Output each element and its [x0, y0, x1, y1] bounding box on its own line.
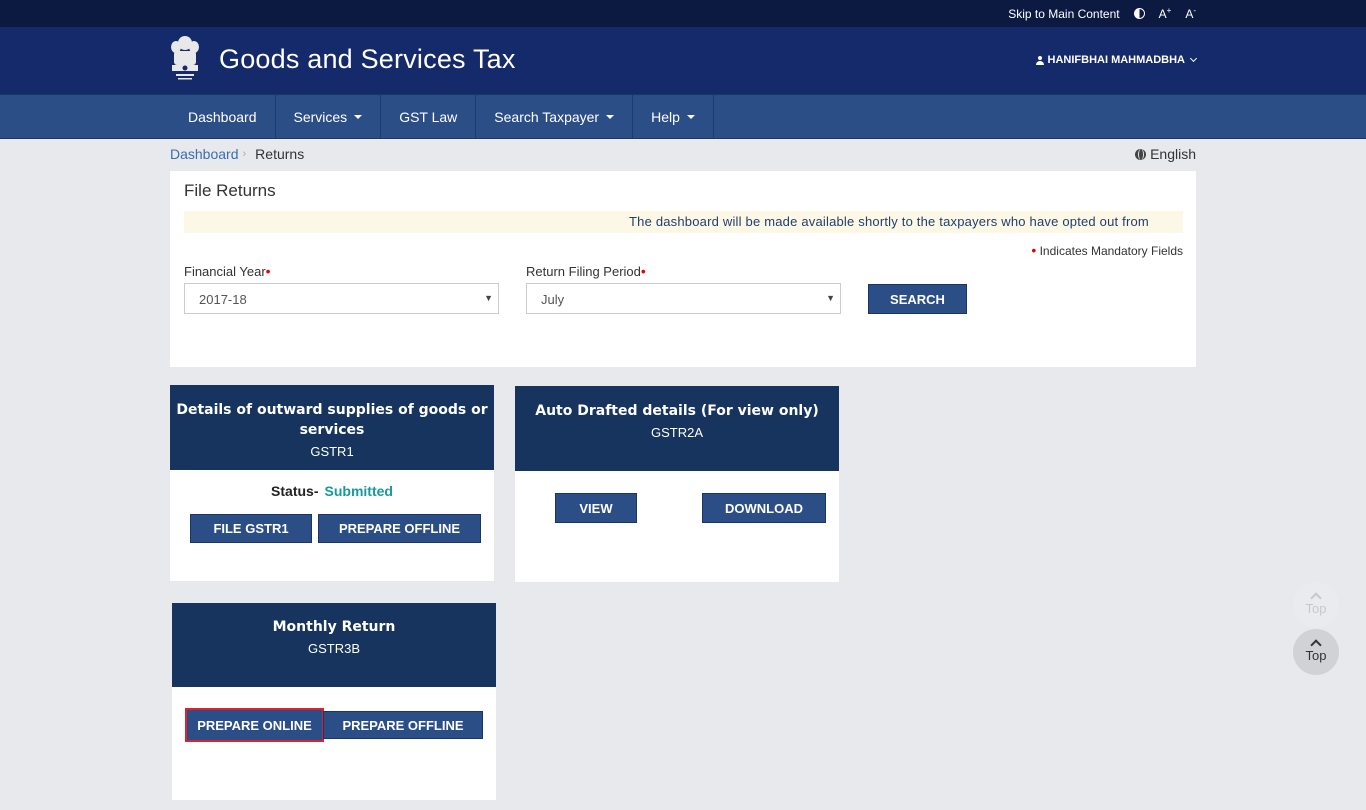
file-returns-panel: File Returns The dashboard will be made … [170, 171, 1196, 367]
main-nav: Dashboard Services GST Law Search Taxpay… [0, 94, 1366, 139]
utility-bar: Skip to Main Content A+ A- [0, 0, 1366, 27]
download-button[interactable]: DOWNLOAD [702, 493, 826, 523]
gstr1-prepare-offline-button[interactable]: PREPARE OFFLINE [318, 514, 481, 543]
font-increase-letter: A [1158, 7, 1167, 21]
language-label: English [1150, 146, 1196, 162]
financial-year-label-text: Financial Year [184, 264, 266, 279]
contrast-toggle-icon[interactable] [1133, 8, 1145, 19]
site-header: Goods and Services Tax HANIFBHAI MAHMADB… [0, 27, 1366, 94]
nav-search-taxpayer-label: Search Taxpayer [494, 108, 600, 125]
prepare-online-button[interactable]: PREPARE ONLINE [185, 708, 324, 742]
page-title: File Returns [184, 181, 276, 200]
user-icon [1035, 55, 1044, 65]
national-emblem-logo[interactable] [168, 33, 202, 85]
return-period-label: Return Filing Period• [526, 263, 646, 279]
gstr1-status: Status- Submitted [170, 483, 494, 499]
search-button[interactable]: SEARCH [868, 284, 967, 314]
globe-icon [1135, 148, 1147, 160]
caret-down-icon [686, 114, 695, 119]
nav-help[interactable]: Help [633, 95, 714, 138]
mandatory-note: • Indicates Mandatory Fields [1031, 242, 1183, 258]
file-gstr1-button[interactable]: FILE GSTR1 [190, 514, 312, 543]
gstr1-title: Details of outward supplies of goods or … [176, 402, 488, 438]
font-increase-button[interactable]: A+ [1159, 6, 1172, 21]
back-to-top-button[interactable]: Top [1293, 629, 1339, 675]
gstr1-tile-header: Details of outward supplies of goods or … [170, 385, 494, 470]
site-title[interactable]: Goods and Services Tax [219, 44, 516, 75]
gstr3b-tile-header: Monthly Return GSTR3B [172, 603, 496, 687]
status-badge: Submitted [324, 483, 393, 499]
nav-gst-law[interactable]: GST Law [381, 95, 477, 138]
nav-gst-law-label: GST Law [399, 108, 458, 125]
nav-dashboard-label: Dashboard [188, 108, 257, 125]
skip-to-main-link[interactable]: Skip to Main Content [1008, 7, 1119, 21]
required-marker: • [1031, 242, 1037, 258]
gstr3b-tile: Monthly Return GSTR3B PREPARE ONLINE PRE… [172, 603, 496, 800]
notice-text: The dashboard will be made available sho… [629, 214, 1149, 229]
user-menu[interactable]: HANIFBHAI MAHMADBHA [1035, 54, 1198, 66]
return-period-select[interactable]: July ▼ [526, 283, 841, 314]
gstr2a-tile-header: Auto Drafted details (For view only) GST… [515, 386, 839, 471]
return-period-label-text: Return Filing Period [526, 264, 641, 279]
language-selector[interactable]: English [1135, 146, 1196, 162]
gstr3b-code: GSTR3B [307, 641, 360, 656]
font-increase-sign: + [1166, 6, 1172, 15]
gstr1-code: GSTR1 [310, 444, 354, 459]
breadcrumb-dashboard-link[interactable]: Dashboard [170, 146, 239, 162]
nav-help-label: Help [651, 108, 680, 125]
status-label: Status- [271, 483, 319, 499]
financial-year-value: 2017-18 [199, 292, 247, 307]
breadcrumb-separator: › [242, 148, 247, 160]
gstr2a-title: Auto Drafted details (For view only) [535, 403, 819, 419]
return-period-value: July [541, 292, 565, 307]
required-marker: • [265, 263, 271, 279]
breadcrumb: Dashboard › Returns [170, 146, 304, 162]
view-button[interactable]: VIEW [555, 493, 637, 523]
chevron-down-icon [1189, 54, 1198, 63]
gstr1-tile: Details of outward supplies of goods or … [170, 385, 494, 581]
mandatory-note-text: Indicates Mandatory Fields [1039, 244, 1183, 258]
utility-links: Skip to Main Content A+ A- [1008, 0, 1196, 27]
notice-banner: The dashboard will be made available sho… [184, 211, 1183, 233]
caret-down-icon [354, 114, 363, 119]
gstr3b-prepare-offline-button[interactable]: PREPARE OFFLINE [323, 711, 483, 739]
caret-down-icon [606, 114, 615, 119]
breadcrumb-current: Returns [255, 146, 305, 162]
nav-services-label: Services [293, 108, 348, 125]
nav-search-taxpayer[interactable]: Search Taxpayer [476, 95, 634, 138]
financial-year-select[interactable]: 2017-18 ▼ [184, 283, 499, 314]
required-marker: • [640, 263, 646, 279]
gstr2a-tile: Auto Drafted details (For view only) GST… [515, 386, 839, 582]
font-decrease-sign: - [1193, 6, 1196, 15]
financial-year-label: Financial Year• [184, 263, 271, 279]
nav-services[interactable]: Services [276, 95, 382, 138]
user-name: HANIFBHAI MAHMADBHA [1047, 54, 1185, 66]
dropdown-arrow-icon: ▼ [826, 293, 835, 303]
font-decrease-button[interactable]: A- [1185, 6, 1196, 21]
gstr3b-title: Monthly Return [272, 619, 396, 635]
gstr2a-code: GSTR2A [650, 425, 703, 440]
dropdown-arrow-icon: ▼ [484, 293, 493, 303]
back-to-top-button-faded[interactable]: Top [1293, 582, 1339, 628]
nav-dashboard[interactable]: Dashboard [170, 95, 276, 138]
